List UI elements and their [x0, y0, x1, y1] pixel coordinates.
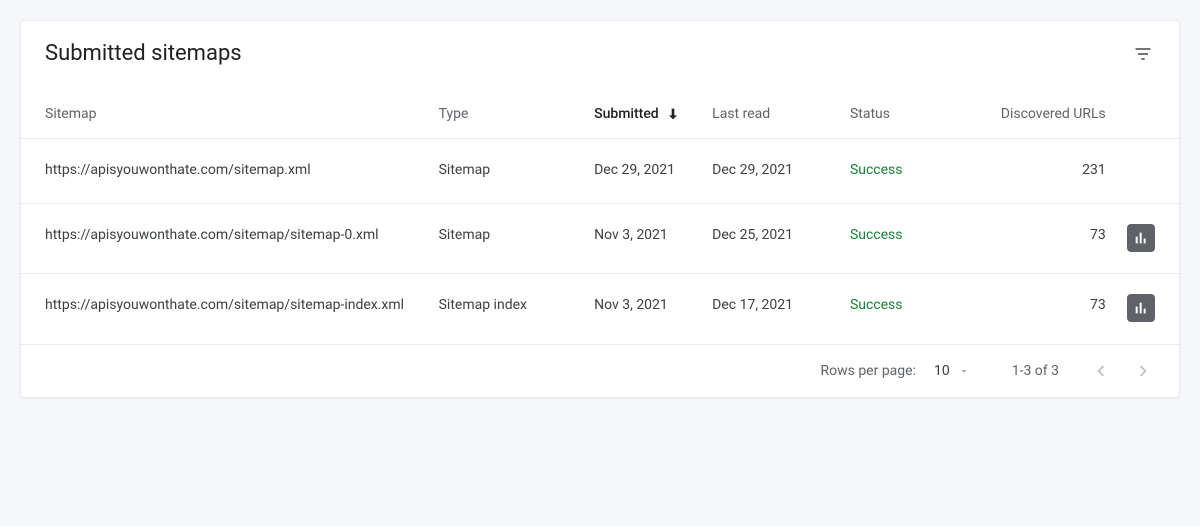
- cell-last-read: Dec 29, 2021: [712, 159, 850, 181]
- cell-submitted: Nov 3, 2021: [594, 224, 712, 246]
- cell-discovered: 73: [978, 294, 1106, 316]
- card-header: Submitted sitemaps: [21, 21, 1179, 78]
- header-submitted-label: Submitted: [594, 106, 659, 122]
- status-badge: Success: [850, 227, 903, 243]
- header-last-read[interactable]: Last read: [712, 106, 850, 122]
- cell-discovered: 231: [978, 159, 1106, 181]
- chart-button[interactable]: [1127, 294, 1155, 322]
- table-row[interactable]: https://apisyouwonthate.com/sitemap/site…: [21, 204, 1179, 274]
- header-status[interactable]: Status: [850, 106, 978, 122]
- cell-type: Sitemap: [439, 224, 594, 246]
- cell-sitemap-url: https://apisyouwonthate.com/sitemap.xml: [45, 159, 415, 183]
- bar-chart-icon: [1133, 300, 1149, 316]
- table-header-row: Sitemap Type Submitted Last read Status …: [21, 78, 1179, 139]
- cell-last-read: Dec 25, 2021: [712, 224, 850, 246]
- cell-sitemap-url: https://apisyouwonthate.com/sitemap/site…: [45, 294, 415, 318]
- header-type[interactable]: Type: [439, 106, 594, 122]
- cell-submitted: Dec 29, 2021: [594, 159, 712, 181]
- header-submitted[interactable]: Submitted: [594, 106, 712, 122]
- chevron-right-icon: [1132, 360, 1154, 382]
- chart-button[interactable]: [1127, 224, 1155, 252]
- cell-discovered: 73: [978, 224, 1106, 246]
- filter-button[interactable]: [1131, 42, 1155, 66]
- dropdown-icon: [958, 365, 970, 377]
- rows-per-page: Rows per page: 10: [820, 363, 969, 379]
- status-badge: Success: [850, 297, 903, 313]
- status-badge: Success: [850, 162, 903, 178]
- cell-last-read: Dec 17, 2021: [712, 294, 850, 316]
- table-footer: Rows per page: 10 1-3 of 3: [21, 345, 1179, 397]
- next-page-button[interactable]: [1131, 359, 1155, 383]
- rows-per-page-select[interactable]: 10: [934, 363, 970, 379]
- prev-page-button[interactable]: [1089, 359, 1113, 383]
- table-row[interactable]: https://apisyouwonthate.com/sitemap/site…: [21, 274, 1179, 344]
- cell-submitted: Nov 3, 2021: [594, 294, 712, 316]
- filter-icon: [1133, 44, 1153, 64]
- submitted-sitemaps-card: Submitted sitemaps Sitemap Type Submitte…: [20, 20, 1180, 398]
- bar-chart-icon: [1133, 230, 1149, 246]
- rows-per-page-value: 10: [934, 363, 950, 379]
- chevron-left-icon: [1090, 360, 1112, 382]
- header-discovered[interactable]: Discovered URLs: [978, 106, 1106, 122]
- header-sitemap[interactable]: Sitemap: [45, 106, 439, 122]
- sort-desc-icon: [665, 106, 681, 122]
- cell-type: Sitemap: [439, 159, 594, 181]
- card-title: Submitted sitemaps: [45, 41, 242, 66]
- page-range: 1-3 of 3: [1012, 363, 1059, 379]
- table-row[interactable]: https://apisyouwonthate.com/sitemap.xml …: [21, 139, 1179, 204]
- cell-type: Sitemap index: [439, 294, 594, 316]
- cell-sitemap-url: https://apisyouwonthate.com/sitemap/site…: [45, 224, 415, 248]
- rows-per-page-label: Rows per page:: [820, 363, 915, 379]
